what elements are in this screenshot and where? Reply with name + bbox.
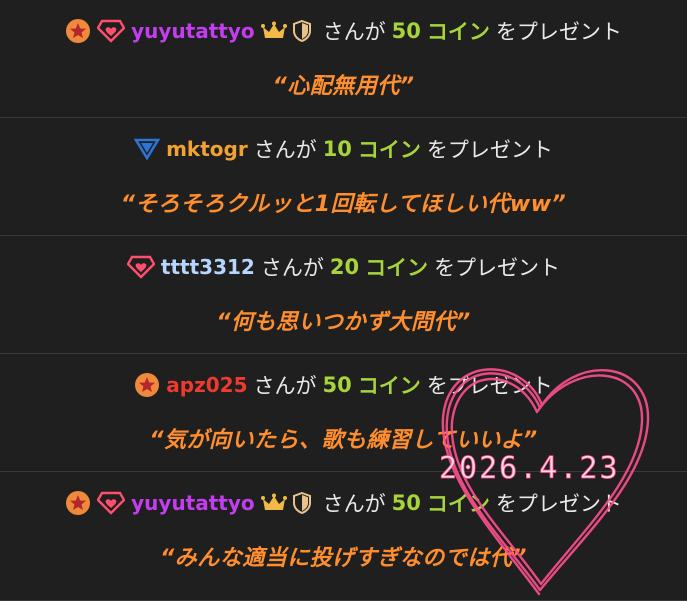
- gift-message: “みんな適当に投げすぎなのでは代”: [160, 546, 527, 571]
- diamond-heart-icon: [97, 491, 126, 515]
- present-suffix: をプレゼント: [495, 492, 622, 516]
- gift-message: “そろそろクルッと1回転してほしい代ww”: [120, 192, 567, 217]
- gift-line: mktogr さんが 10 コイン をプレゼント: [0, 132, 687, 166]
- coin-amount: 50: [391, 491, 421, 515]
- coin-amount: 50: [391, 19, 421, 43]
- gift-message: “心配無用代”: [272, 74, 415, 99]
- gift-line: yuyutattyo さんが 50 コイン をプレゼント: [0, 14, 687, 48]
- coin-amount: 50: [322, 373, 352, 397]
- star-badge-icon: [134, 372, 160, 398]
- gift-entry: tttt3312 さんが 20 コイン をプレゼント “何も思いつかず大問代”: [0, 236, 687, 354]
- coin-word: コイン: [357, 138, 421, 162]
- diamond-heart-icon: [97, 19, 126, 43]
- sender-suffix: さんが: [260, 256, 324, 280]
- crown-icon: [260, 21, 287, 41]
- star-badge-icon: [65, 490, 91, 516]
- username[interactable]: mktogr: [166, 137, 248, 161]
- username[interactable]: tttt3312: [161, 255, 255, 279]
- present-suffix: をプレゼント: [434, 256, 561, 280]
- present-suffix: をプレゼント: [495, 20, 622, 44]
- sender-suffix: さんが: [322, 492, 386, 516]
- star-badge-icon: [65, 18, 91, 44]
- username[interactable]: yuyutattyo: [131, 491, 255, 515]
- coin-word: コイン: [365, 256, 429, 280]
- coin-word: コイン: [426, 492, 490, 516]
- shield-icon: [292, 20, 311, 42]
- present-suffix: をプレゼント: [426, 138, 553, 162]
- sender-suffix: さんが: [253, 374, 317, 398]
- gift-line: tttt3312 さんが 20 コイン をプレゼント: [0, 250, 687, 284]
- present-suffix: をプレゼント: [426, 374, 553, 398]
- gift-message: “気が向いたら、歌も練習していいよ”: [149, 428, 538, 453]
- username[interactable]: yuyutattyo: [131, 19, 255, 43]
- gift-entry: apz025 さんが 50 コイン をプレゼント “気が向いたら、歌も練習してい…: [0, 354, 687, 472]
- coin-word: コイン: [426, 20, 490, 44]
- gift-entry: mktogr さんが 10 コイン をプレゼント “そろそろクルッと1回転してほ…: [0, 118, 687, 236]
- shield-icon: [292, 492, 311, 514]
- gift-entry: yuyutattyo さんが 50 コイン をプレゼント “みんな適当に投げすぎ…: [0, 472, 687, 601]
- gift-entry: yuyutattyo さんが 50 コイン をプレゼント “心配無用代”: [0, 0, 687, 118]
- gift-line: yuyutattyo さんが 50 コイン をプレゼント: [0, 486, 687, 520]
- coin-amount: 10: [322, 137, 352, 161]
- username[interactable]: apz025: [166, 373, 247, 397]
- sender-suffix: さんが: [322, 20, 386, 44]
- gift-line: apz025 さんが 50 コイン をプレゼント: [0, 368, 687, 402]
- diamond-heart-icon: [126, 255, 155, 279]
- coin-amount: 20: [329, 255, 360, 279]
- gift-message: “何も思いつかず大問代”: [216, 310, 471, 335]
- crown-icon: [260, 493, 287, 513]
- triangle-badge-icon: [134, 137, 161, 161]
- sender-suffix: さんが: [253, 138, 317, 162]
- coin-word: コイン: [357, 374, 421, 398]
